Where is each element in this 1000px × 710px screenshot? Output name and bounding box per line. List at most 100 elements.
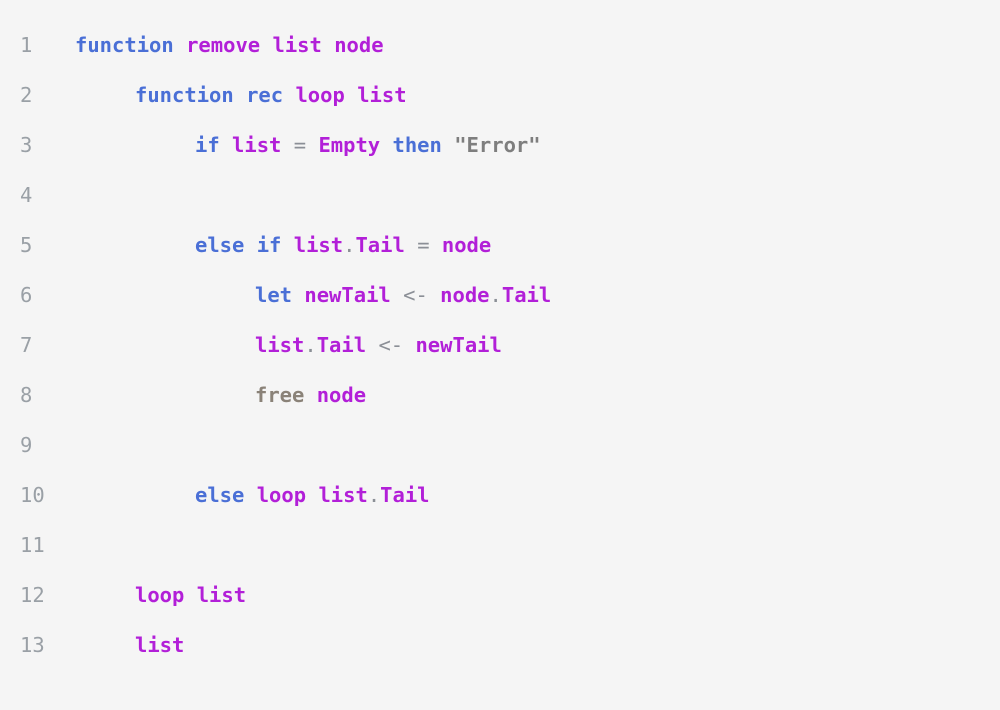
- code-line: 5 else if list.Tail = node: [0, 220, 1000, 270]
- code-text[interactable]: list: [135, 620, 184, 670]
- code-editor: 1 function remove list node 2 function rec …: [0, 20, 1000, 670]
- code-line: 10 else loop list.Tail: [0, 470, 1000, 520]
- line-number: 2: [20, 83, 33, 107]
- line-number: 8: [20, 383, 33, 407]
- line-number: 3: [20, 133, 33, 157]
- code-token: Tail: [380, 483, 430, 507]
- code-token: list: [318, 483, 368, 507]
- line-number: 4: [20, 183, 33, 207]
- code-token: node: [441, 233, 492, 257]
- code-text[interactable]: list.Tail <- newTail: [255, 320, 502, 370]
- line-number: 1: [20, 33, 33, 57]
- code-token: loop: [295, 83, 345, 107]
- code-token: function: [135, 83, 234, 107]
- code-token: .: [489, 283, 502, 307]
- code-text[interactable]: else if list.Tail = node: [195, 220, 491, 270]
- code-text[interactable]: loop list: [135, 570, 246, 620]
- code-text[interactable]: let newTail <- node.Tail: [255, 270, 551, 320]
- code-token: list: [255, 333, 305, 357]
- code-line: 4: [0, 170, 1000, 220]
- code-line: 6 let newTail <- node.Tail: [0, 270, 1000, 320]
- code-token: if: [195, 133, 220, 157]
- code-token: then: [392, 133, 442, 157]
- code-text[interactable]: function rec loop list: [135, 70, 407, 120]
- code-token: .: [367, 483, 381, 507]
- code-token: <-: [378, 333, 404, 357]
- code-token: newTail: [415, 333, 502, 357]
- code-line: 11: [0, 520, 1000, 570]
- line-number: 13: [20, 633, 45, 657]
- line-number: 6: [20, 283, 33, 307]
- code-token: node: [334, 33, 384, 57]
- code-token: list: [357, 83, 407, 107]
- code-token: node: [316, 383, 367, 407]
- line-number: 12: [20, 583, 45, 607]
- code-line: 12 loop list: [0, 570, 1000, 620]
- code-token: =: [293, 133, 307, 157]
- code-token: else: [195, 233, 245, 257]
- code-line: 8 free node: [0, 370, 1000, 420]
- code-token: Tail: [316, 333, 367, 357]
- line-number: 9: [20, 433, 33, 457]
- code-token: rec: [246, 83, 284, 107]
- code-line: 7 list.Tail <- newTail: [0, 320, 1000, 370]
- code-token: .: [343, 233, 356, 257]
- line-number: 10: [20, 483, 45, 507]
- code-token: function: [75, 33, 174, 57]
- code-token: if: [256, 233, 282, 257]
- code-token: loop: [256, 483, 307, 507]
- code-token: let: [255, 283, 293, 307]
- code-text[interactable]: free node: [255, 370, 366, 420]
- code-token: remove: [186, 33, 261, 57]
- line-number: 5: [20, 233, 33, 257]
- code-token: "Error": [454, 133, 541, 157]
- code-line: 9: [0, 420, 1000, 470]
- line-number: 7: [20, 333, 33, 357]
- code-token: list: [135, 633, 185, 657]
- code-line: 13 list: [0, 620, 1000, 670]
- code-text[interactable]: if list = Empty then "Error": [195, 120, 541, 170]
- code-token: list: [196, 583, 247, 607]
- code-token: loop: [135, 583, 185, 607]
- code-token: Empty: [318, 133, 381, 157]
- code-token: list: [232, 133, 282, 157]
- code-token: else: [195, 483, 245, 507]
- code-token: free: [255, 383, 305, 407]
- code-token: <-: [403, 283, 428, 307]
- code-text[interactable]: else loop list.Tail: [195, 470, 430, 520]
- code-text[interactable]: function remove list node: [75, 20, 384, 70]
- code-line: 3 if list = Empty then "Error": [0, 120, 1000, 170]
- line-number: 11: [20, 533, 45, 557]
- code-line: 1 function remove list node: [0, 20, 1000, 70]
- code-token: Tail: [501, 283, 552, 307]
- code-token: .: [304, 333, 317, 357]
- code-token: node: [440, 283, 490, 307]
- code-token: =: [417, 233, 430, 257]
- code-token: Tail: [355, 233, 405, 257]
- code-token: list: [272, 33, 322, 57]
